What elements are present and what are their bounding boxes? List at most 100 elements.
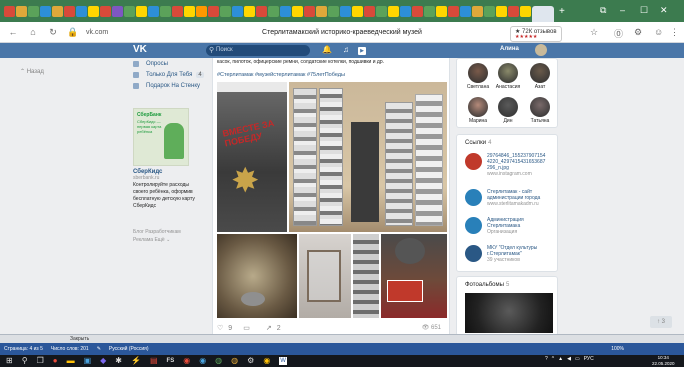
browser-tab[interactable] bbox=[472, 5, 483, 17]
friend-item[interactable]: Светлана bbox=[465, 63, 491, 90]
folder-icon[interactable]: ▬ bbox=[67, 355, 75, 367]
browser-tab[interactable] bbox=[16, 5, 27, 17]
browser-tab[interactable] bbox=[520, 5, 531, 17]
browser-tab[interactable] bbox=[364, 5, 375, 17]
sber-ad[interactable]: СберБанк СберКидс — первая карта ребёнка… bbox=[133, 108, 213, 210]
albums-title[interactable]: Фотоальбомы 5 bbox=[465, 282, 509, 288]
browser-tab[interactable] bbox=[64, 5, 75, 17]
reload-icon[interactable]: ↻ bbox=[46, 27, 60, 38]
browser-tab[interactable] bbox=[352, 5, 363, 17]
close-bar-button[interactable]: Закрыть bbox=[70, 336, 89, 342]
browser-tab[interactable] bbox=[196, 5, 207, 17]
like-icon[interactable]: ♡ bbox=[217, 324, 223, 332]
browser-tab[interactable] bbox=[376, 5, 387, 17]
browser-tab[interactable] bbox=[340, 5, 351, 17]
app-icon[interactable]: ● bbox=[53, 355, 58, 367]
search-icon[interactable]: ⚲ bbox=[22, 355, 28, 367]
reviews-badge[interactable]: ★ 72К отзывов ★★★★★ bbox=[510, 26, 562, 42]
spellcheck-icon[interactable]: ✎ bbox=[97, 346, 101, 352]
browser-tab[interactable] bbox=[76, 5, 87, 17]
app-icon[interactable]: ✱ bbox=[115, 355, 122, 367]
tray-arrow-icon[interactable]: ^ bbox=[552, 356, 554, 362]
maximize-button[interactable]: ☐ bbox=[640, 5, 648, 16]
browser-tab[interactable] bbox=[460, 5, 471, 17]
link-item[interactable]: Администрация Стерлитамака Организация bbox=[465, 217, 557, 235]
bell-icon[interactable]: 🔔 bbox=[322, 45, 332, 54]
post-photo[interactable]: ВМЕСТЕ ЗА ПОБЕДУ ✸ bbox=[217, 82, 287, 232]
vk-logo[interactable]: VK bbox=[133, 44, 147, 55]
browser-tab[interactable] bbox=[268, 5, 279, 17]
browser-tab[interactable] bbox=[508, 5, 519, 17]
friend-item[interactable]: Татьяна bbox=[527, 97, 553, 124]
app-icon[interactable]: ⚙ bbox=[247, 355, 254, 367]
browser-tab[interactable] bbox=[256, 5, 267, 17]
language-indicator[interactable]: Русский (Россия) bbox=[109, 346, 149, 352]
browser-tab[interactable] bbox=[424, 5, 435, 17]
post-photo[interactable] bbox=[299, 234, 351, 318]
browser-tab[interactable] bbox=[40, 5, 51, 17]
footer-link-row[interactable]: Блог Разработчикам bbox=[133, 228, 181, 236]
battery-icon[interactable]: ▭ bbox=[575, 356, 580, 362]
extensions-icon[interactable]: ⚙ bbox=[634, 27, 642, 38]
windows-start-icon[interactable]: ⊞ bbox=[6, 355, 13, 367]
store-icon[interactable]: ▣ bbox=[84, 355, 92, 367]
browser-tab[interactable] bbox=[484, 5, 495, 17]
bookmark-icon[interactable]: ⌂ bbox=[26, 27, 40, 37]
zoom-level[interactable]: 100% bbox=[611, 346, 624, 352]
browser-tab[interactable] bbox=[448, 5, 459, 17]
back-link[interactable]: ⌃ Назад bbox=[20, 68, 44, 75]
browser-tab[interactable] bbox=[124, 5, 135, 17]
friend-item[interactable]: Азат bbox=[527, 63, 553, 90]
browser-tab[interactable] bbox=[28, 5, 39, 17]
task-view-icon[interactable]: ❐ bbox=[37, 355, 44, 367]
browser-tab[interactable] bbox=[112, 5, 123, 17]
browser-tab[interactable] bbox=[88, 5, 99, 17]
profile-icon[interactable]: ☺ bbox=[654, 27, 663, 37]
music-icon[interactable]: ♫ bbox=[343, 45, 349, 54]
app-icon[interactable]: ◍ bbox=[231, 355, 238, 367]
network-icon[interactable]: ▲ bbox=[558, 356, 563, 362]
chrome-icon[interactable]: ◍ bbox=[215, 355, 222, 367]
comment-icon[interactable]: ▭ bbox=[243, 324, 250, 332]
browser-tab[interactable] bbox=[244, 5, 255, 17]
scroll-top-button[interactable]: ↑ 3 bbox=[650, 316, 672, 328]
user-name[interactable]: Алина bbox=[500, 46, 519, 52]
yandex-icon[interactable]: ◉ bbox=[263, 355, 270, 367]
page-indicator[interactable]: Страница: 4 из 5 bbox=[4, 346, 43, 352]
links-title[interactable]: Ссылки 4 bbox=[465, 140, 491, 146]
browser-tab[interactable] bbox=[148, 5, 159, 17]
browser-tab[interactable] bbox=[184, 5, 195, 17]
post-hashtags[interactable]: #Стерлитамак #музейстерлитамак #75летПоб… bbox=[217, 72, 345, 78]
clock[interactable]: 10:34 22.05.2020 bbox=[652, 355, 675, 367]
share-icon[interactable]: ↗ bbox=[266, 324, 272, 332]
browser-tab[interactable] bbox=[292, 5, 303, 17]
browser-tab[interactable] bbox=[328, 5, 339, 17]
app-icon[interactable]: ◆ bbox=[100, 355, 106, 367]
window-min-icon[interactable]: ⧉ bbox=[600, 5, 606, 16]
new-tab-button[interactable]: + bbox=[559, 6, 565, 17]
browser-tab[interactable] bbox=[436, 5, 447, 17]
menu-icon[interactable]: ⋮ bbox=[670, 27, 679, 38]
browser-tab[interactable] bbox=[316, 5, 327, 17]
post-photo[interactable] bbox=[353, 234, 379, 318]
menu-item-for-you[interactable]: Только Для Тебя 4 bbox=[133, 69, 213, 80]
menu-item-gift[interactable]: Подарок На Стенку bbox=[133, 80, 213, 91]
browser-tab[interactable] bbox=[172, 5, 183, 17]
app-icon[interactable]: ◉ bbox=[199, 355, 206, 367]
app-icon[interactable]: ◉ bbox=[183, 355, 190, 367]
friend-item[interactable]: Дин bbox=[495, 97, 521, 124]
translate-icon[interactable]: ⓪ bbox=[614, 27, 623, 40]
post-photo[interactable] bbox=[289, 82, 447, 232]
search-input[interactable]: Поиск bbox=[206, 45, 310, 56]
pdf-icon[interactable]: ▤ bbox=[150, 355, 158, 367]
friend-item[interactable]: Марина bbox=[465, 97, 491, 124]
browser-tab[interactable] bbox=[4, 5, 15, 17]
browser-tab[interactable] bbox=[136, 5, 147, 17]
friend-item[interactable]: Анастасия bbox=[495, 63, 521, 90]
link-item[interactable]: МКУ "Отдел культуры г.Стерлитамак" 39 уча… bbox=[465, 245, 557, 263]
browser-tab[interactable] bbox=[100, 5, 111, 17]
menu-item-polls[interactable]: Опросы bbox=[133, 58, 213, 69]
active-browser-tab[interactable] bbox=[532, 6, 554, 22]
browser-tab[interactable] bbox=[400, 5, 411, 17]
word-icon[interactable]: W bbox=[279, 357, 287, 365]
